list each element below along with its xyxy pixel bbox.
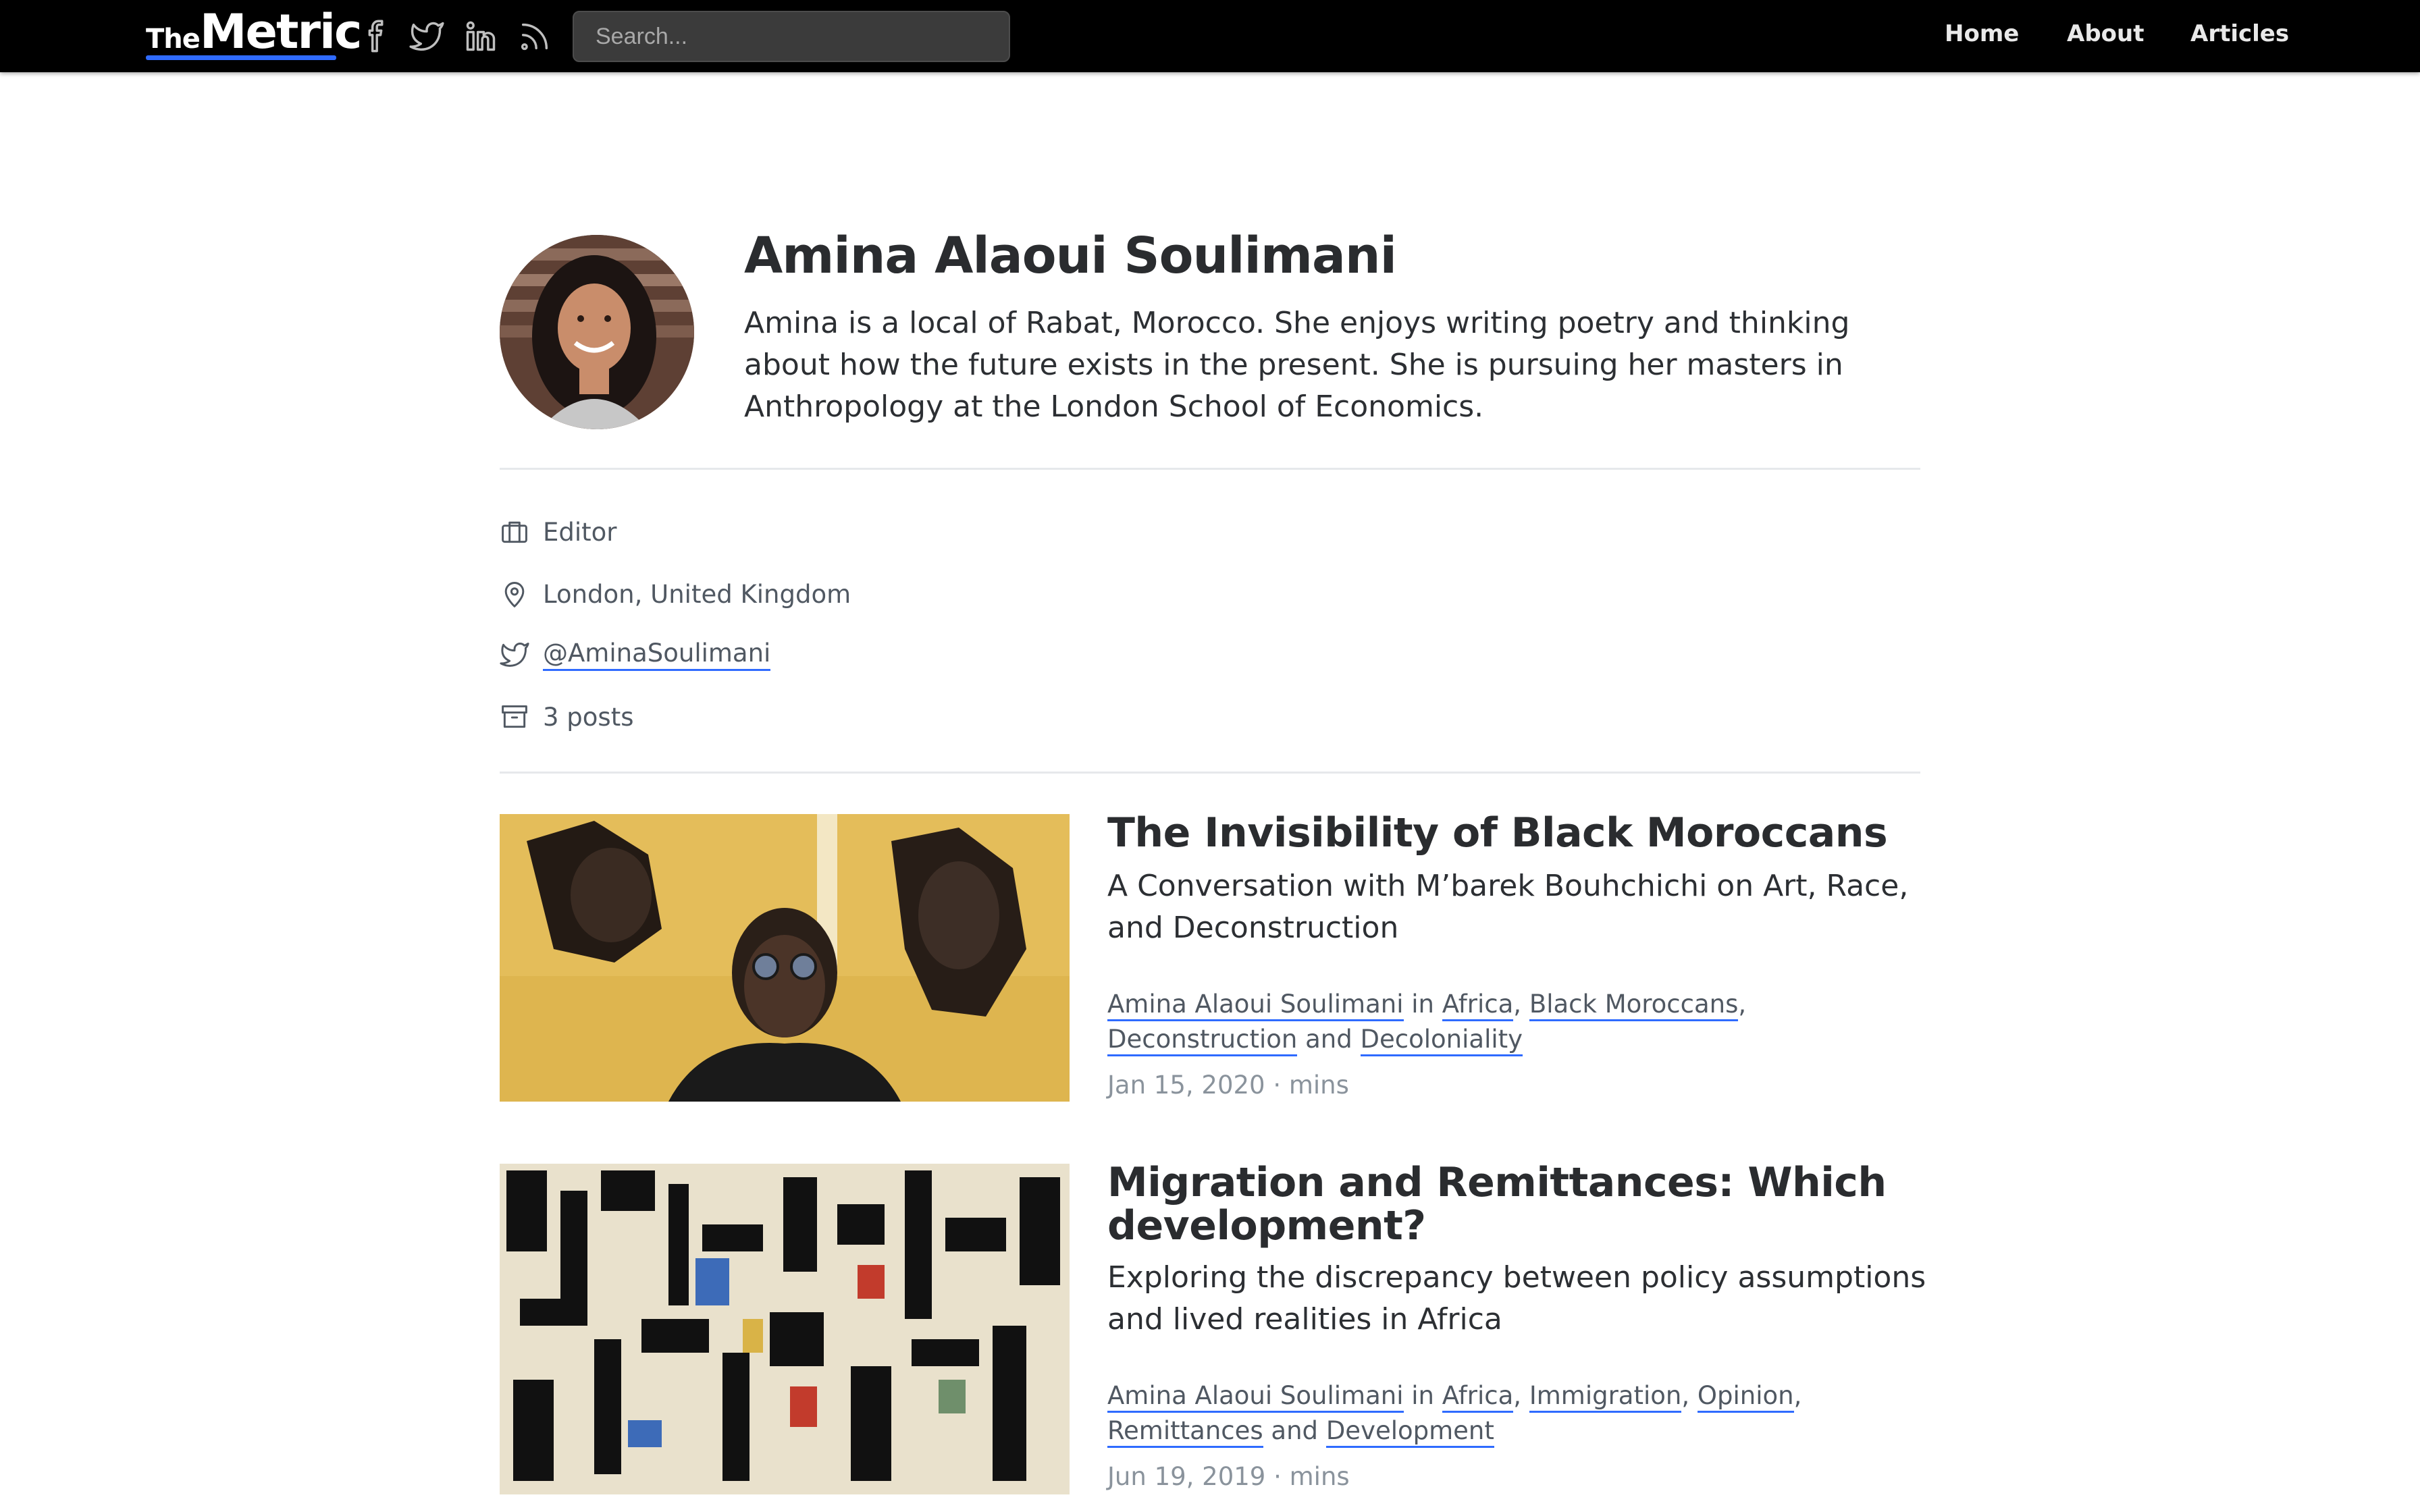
post-date: Jan 15, 2020 · mins: [1107, 1071, 1349, 1100]
post-subtitle: Exploring the discrepancy between policy…: [1107, 1260, 1926, 1336]
post-meta: Amina Alaoui Soulimani in Africa, Immigr…: [1107, 1378, 1931, 1449]
author-name: Amina Alaoui Soulimani: [744, 227, 1397, 285]
author-bio: Amina is a local of Rabat, Morocco. She …: [744, 306, 1850, 424]
facebook-icon[interactable]: [358, 19, 393, 54]
post-author-link[interactable]: Amina Alaoui Soulimani: [1107, 990, 1404, 1021]
post-title[interactable]: Migration and Remittances: Which develop…: [1107, 1161, 1931, 1247]
tag-link[interactable]: Opinion: [1697, 1381, 1794, 1413]
tag-link[interactable]: Africa: [1442, 1381, 1514, 1413]
logo-metric: Metric: [199, 4, 363, 59]
logo-underline: [146, 55, 336, 60]
post-image[interactable]: [500, 814, 1070, 1102]
tag-link[interactable]: Immigration: [1529, 1381, 1682, 1413]
linkedin-icon[interactable]: [463, 19, 498, 54]
author-twitter-link[interactable]: @AminaSoulimani: [543, 639, 771, 671]
post-in-text: in: [1411, 990, 1434, 1019]
author-avatar: [500, 235, 694, 429]
post-and-text: and: [1305, 1025, 1352, 1054]
tag-link[interactable]: Development: [1325, 1416, 1494, 1448]
post-in-text: in: [1411, 1381, 1434, 1410]
nav-about[interactable]: About: [2067, 20, 2144, 47]
archive-icon: [500, 702, 529, 732]
post-image[interactable]: [500, 1164, 1070, 1494]
divider: [500, 468, 1920, 470]
search-input[interactable]: [573, 11, 1010, 62]
logo-the: The: [146, 24, 201, 55]
top-navigation-bar: TheMetric Home About Articles: [0, 0, 2420, 72]
tag-link[interactable]: Black Moroccans: [1529, 990, 1739, 1021]
tag-link[interactable]: Decoloniality: [1360, 1025, 1523, 1056]
twitter-icon: [500, 640, 529, 670]
nav-articles[interactable]: Articles: [2190, 20, 2289, 47]
tag-link[interactable]: Remittances: [1107, 1416, 1263, 1448]
post-date: Jun 19, 2019 · mins: [1107, 1462, 1350, 1491]
post-title[interactable]: The Invisibility of Black Moroccans: [1107, 811, 1931, 855]
author-location: London, United Kingdom: [500, 574, 851, 614]
author-post-count: 3 posts: [500, 697, 634, 737]
author-role: Editor: [500, 512, 617, 552]
nav-home[interactable]: Home: [1945, 20, 2019, 47]
divider: [500, 772, 1920, 774]
tag-link[interactable]: Deconstruction: [1107, 1025, 1298, 1056]
tag-link[interactable]: Africa: [1442, 990, 1514, 1021]
map-pin-icon: [500, 579, 529, 609]
post-count-label: 3 posts: [543, 702, 634, 732]
author-location-label: London, United Kingdom: [543, 579, 851, 609]
post-subtitle: A Conversation with M’barek Bouhchichi o…: [1107, 869, 1909, 945]
rss-icon[interactable]: [517, 19, 552, 54]
post-author-link[interactable]: Amina Alaoui Soulimani: [1107, 1381, 1404, 1413]
briefcase-icon: [500, 517, 529, 547]
author-role-label: Editor: [543, 517, 617, 547]
post-and-text: and: [1271, 1416, 1319, 1445]
post-meta: Amina Alaoui Soulimani in Africa, Black …: [1107, 987, 1931, 1057]
twitter-icon[interactable]: [409, 19, 444, 54]
author-twitter: @AminaSoulimani: [500, 634, 771, 675]
